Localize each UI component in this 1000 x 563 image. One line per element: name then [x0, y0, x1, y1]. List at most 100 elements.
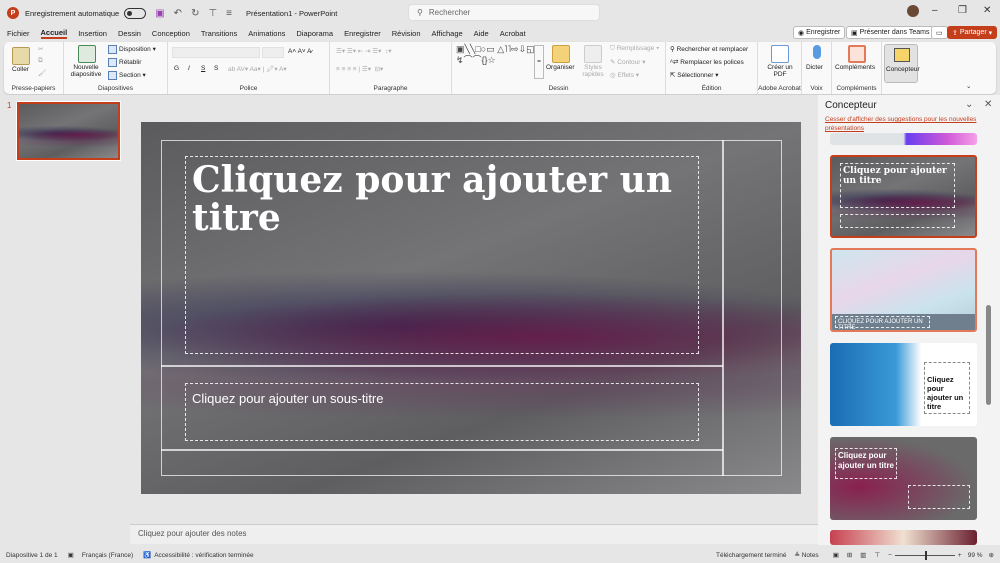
new-slide-button[interactable]: Nouvelle diapositive [70, 64, 102, 78]
copy-icon[interactable]: ⧉ [38, 57, 43, 65]
search-input[interactable]: ⚲ Rechercher [408, 4, 600, 21]
minimize-icon[interactable]: – [932, 5, 938, 16]
shadow-button[interactable]: S [214, 65, 218, 72]
new-slide-icon[interactable] [78, 45, 96, 63]
quick-styles-icon[interactable] [584, 45, 602, 63]
tab-acrobat[interactable]: Acrobat [500, 29, 526, 38]
arrange-icon[interactable] [552, 45, 570, 63]
design-option-4[interactable]: Cliquez pour ajouter un titre [830, 437, 977, 520]
restore-icon[interactable]: ❐ [958, 5, 967, 16]
section-button[interactable]: Section ▾ [108, 71, 146, 80]
tab-fichier[interactable]: Fichier [7, 29, 30, 38]
share-button[interactable]: ⇪ Partager ▾ [947, 26, 998, 39]
pane-options-icon[interactable]: ⌄ [965, 99, 973, 110]
tab-insertion[interactable]: Insertion [78, 29, 107, 38]
design-option-1[interactable]: Cliquez pour ajouter un titre [830, 155, 977, 238]
shapes-more-button[interactable]: = [534, 45, 544, 79]
tab-accueil[interactable]: Accueil [40, 28, 68, 39]
italic-button[interactable]: I [188, 65, 190, 72]
record-button[interactable]: ◉ Enregistrer [793, 26, 846, 39]
layout-button[interactable]: Disposition ▾ [108, 45, 156, 54]
microphone-icon[interactable] [813, 45, 821, 59]
subtitle-placeholder[interactable]: Cliquez pour ajouter un sous-titre [185, 383, 699, 441]
paste-button[interactable]: Coller [12, 66, 29, 73]
accessibility-status[interactable]: Accessibilité : vérification terminée [154, 552, 253, 559]
tab-aide[interactable]: Aide [474, 29, 489, 38]
font-grow-shrink-icons[interactable]: A˄ A˅ A̷ [288, 48, 312, 55]
tab-conception[interactable]: Conception [152, 29, 190, 38]
tab-animations[interactable]: Animations [248, 29, 285, 38]
zoom-level[interactable]: 99 % [968, 552, 983, 559]
notes-button[interactable]: ≜ Notes [794, 551, 818, 559]
bold-button[interactable]: G [174, 65, 179, 72]
accessibility-icon[interactable]: ♿ [143, 551, 151, 559]
slide-sorter-icon[interactable]: ⊞ [847, 551, 852, 559]
find-replace-button[interactable]: ⚲ Rechercher et remplacer [670, 45, 748, 53]
reset-button[interactable]: Rétablir [108, 58, 141, 67]
reading-view-icon[interactable]: ▥ [860, 551, 866, 559]
design-option-partial[interactable] [830, 530, 977, 545]
present-teams-button[interactable]: ▣ Présenter dans Teams [846, 26, 935, 39]
designer-button[interactable]: Concepteur [884, 44, 920, 83]
pdf-icon[interactable] [771, 45, 789, 63]
outline-button[interactable]: ✎ Contour ▾ [610, 58, 645, 66]
group-clipboard: Coller ✂ ⧉ 🖌 Presse-papiers [4, 42, 64, 94]
arrange-button[interactable]: Organiser [546, 64, 575, 71]
quick-styles-button[interactable]: Styles rapides [578, 64, 608, 78]
notes-pane[interactable]: Cliquez pour ajouter des notes [130, 524, 818, 544]
slideshow-icon[interactable]: ⊤ [874, 551, 880, 559]
tab-transitions[interactable]: Transitions [201, 29, 237, 38]
addins-button[interactable]: Compléments [835, 64, 875, 71]
create-pdf-button[interactable]: Créer un PDF [764, 64, 796, 78]
customize-toolbar-icon[interactable]: ≡ [226, 8, 232, 19]
close-pane-icon[interactable]: ✕ [984, 99, 992, 110]
paste-icon[interactable] [12, 47, 30, 65]
save-icon[interactable]: ▣ [155, 8, 164, 19]
group-label: Presse-papiers [11, 85, 56, 92]
list-icons[interactable]: ☰▾ ☰▾ ⇤ ⇥ ☰▾ ↕▾ [336, 47, 392, 55]
autosave-toggle[interactable] [124, 7, 147, 19]
font-name-select[interactable] [172, 47, 260, 58]
zoom-in-icon[interactable]: + [958, 552, 962, 559]
design-option-2[interactable]: CLIQUEZ POUR AJOUTER UN TITRE [830, 248, 977, 332]
design-option-partial[interactable] [830, 133, 977, 145]
addins-icon[interactable] [848, 45, 866, 63]
fit-slide-icon[interactable]: ⊕ [989, 551, 994, 559]
share-label: Partager [959, 29, 987, 36]
autosave-label: Enregistrement automatique [25, 8, 120, 18]
close-icon[interactable]: ✕ [983, 5, 991, 16]
font-size-select[interactable] [262, 47, 284, 58]
align-icons[interactable]: ≡ ≡ ≡ ≡ | ☰▾ ⊟▾ [336, 65, 383, 73]
underline-button[interactable]: S [201, 65, 205, 72]
replace-fonts-button[interactable]: ᴬ⇄ Remplacer les polices [670, 58, 744, 66]
format-painter-icon[interactable]: 🖌 [38, 69, 46, 77]
effects-button[interactable]: ◎ Effets ▾ [610, 71, 639, 79]
tab-diaporama[interactable]: Diaporama [296, 29, 333, 38]
dictate-button[interactable]: Dicter [806, 64, 823, 71]
select-button[interactable]: ⇱ Sélectionner ▾ [670, 71, 718, 79]
present-icon[interactable]: ⊤ [208, 8, 217, 19]
design-option-3[interactable]: Cliquez pour ajouter un titre [830, 343, 977, 426]
title-placeholder[interactable]: Cliquez pour ajouter un titre [185, 156, 699, 354]
scrollbar-thumb[interactable] [986, 305, 991, 405]
avatar[interactable] [907, 5, 919, 17]
spelling-icon[interactable]: ▣ [68, 551, 74, 559]
collapse-ribbon-icon[interactable]: ⌄ [966, 82, 971, 90]
shapes-gallery[interactable]: ▣╲╲□○▭ △˥˥⇨⇩◱ ↯⌒⌒{}☆ [456, 44, 538, 66]
fill-button[interactable]: ⛉ Remplissage ▾ [610, 45, 659, 53]
redo-icon[interactable]: ↻ [191, 8, 199, 19]
normal-view-icon[interactable]: ▣ [833, 551, 839, 559]
tab-revision[interactable]: Révision [392, 29, 421, 38]
cut-icon[interactable]: ✂ [38, 45, 43, 53]
font-effects-icons[interactable]: ab AV▾ Aa▾ | 🖍▾ A▾ [228, 65, 287, 73]
language-status[interactable]: Français (France) [82, 552, 133, 559]
zoom-out-icon[interactable]: − [888, 552, 892, 559]
slide-thumbnail-1[interactable] [16, 101, 121, 161]
undo-icon[interactable]: ↶ [174, 8, 182, 19]
zoom-slider[interactable] [894, 550, 955, 560]
comments-button[interactable]: ▭ [931, 26, 948, 39]
tab-affichage[interactable]: Affichage [432, 29, 463, 38]
stop-suggestions-link[interactable]: Cesser d'afficher des suggestions pour l… [825, 115, 985, 133]
tab-dessin[interactable]: Dessin [118, 29, 141, 38]
tab-enregistrer[interactable]: Enregistrer [344, 29, 381, 38]
